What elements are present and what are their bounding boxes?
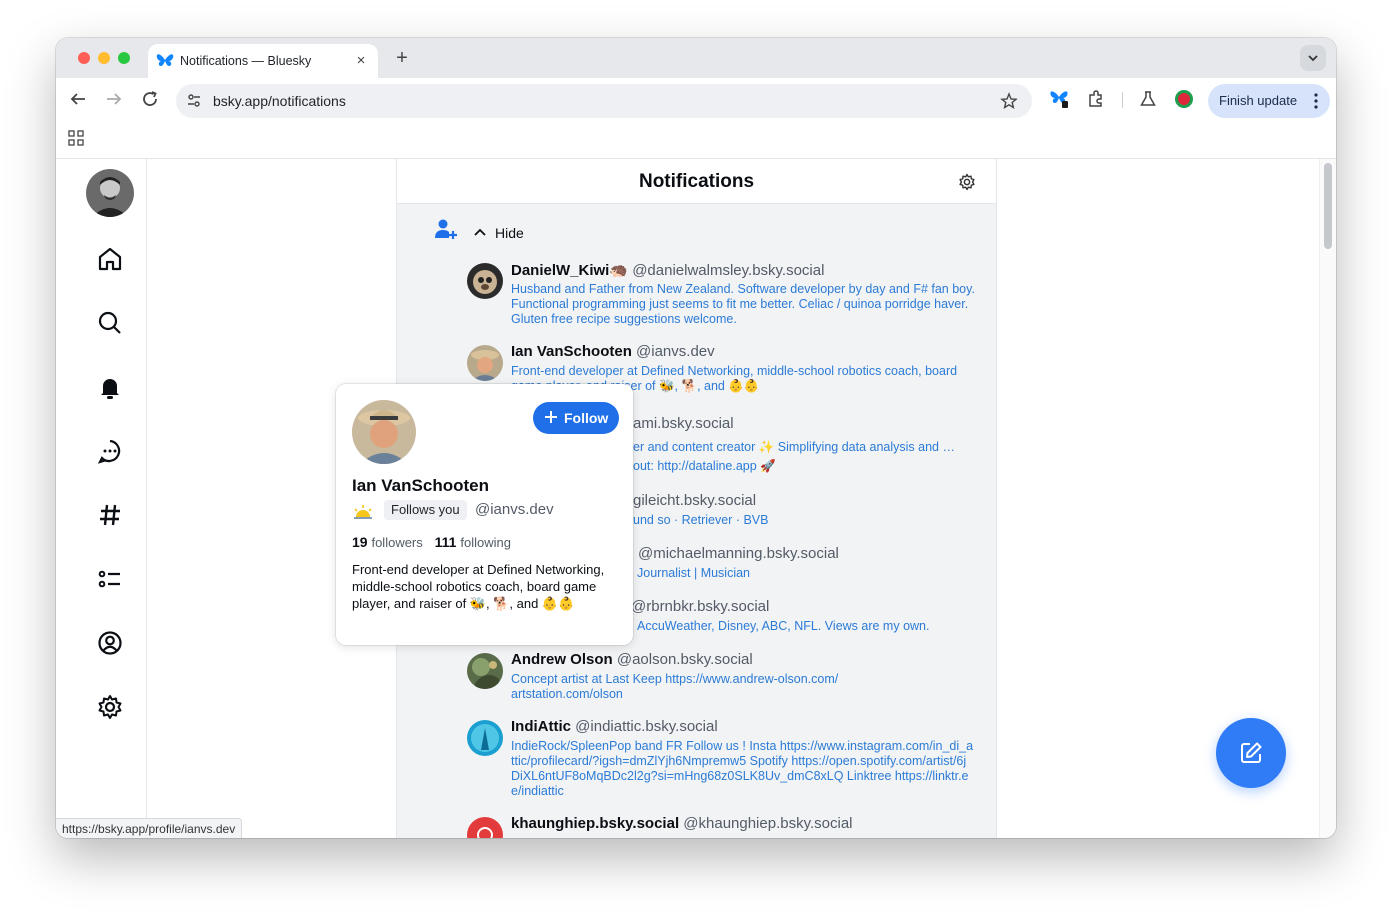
left-nav [56,159,147,838]
chevron-up-icon[interactable] [473,225,487,239]
user-line: DanielW_Kiwi🦔 @danielwalmsley.bsky.socia… [511,261,824,279]
status-url: https://bsky.app/profile/ianvs.dev [56,818,243,838]
avatar[interactable] [86,169,134,217]
avatar[interactable] [467,653,503,689]
follows-you-badge: Follows you [384,500,467,520]
user-bio: Concept artist at Last Keep https://www.… [511,672,839,701]
address-bar[interactable]: bsky.app/notifications [176,84,1032,118]
url-text[interactable]: bsky.app/notifications [213,93,346,109]
user-name[interactable]: khaunghiep.bsky.social [511,815,679,832]
user-handle[interactable]: @ianvs.dev [636,343,715,360]
forward-icon[interactable] [102,87,126,111]
user-handle[interactable]: @khaunghiep.bsky.social [683,815,852,832]
profile-stats: 19 followers 111 following [352,534,511,550]
scrollbar-thumb[interactable] [1324,163,1332,249]
followers-count[interactable]: 19 [352,534,368,550]
user-name[interactable]: Ian VanSchooten [511,343,632,360]
profile-handle[interactable]: @ianvs.dev [475,501,554,518]
user-handle[interactable]: ami.bsky.social [633,415,734,432]
browser-toolbar: bsky.app/notifications Finish update [56,78,1336,120]
reload-icon[interactable] [138,87,162,111]
user-handle[interactable]: @indiattic.bsky.social [575,718,718,735]
star-icon[interactable] [1000,92,1018,110]
close-window-button[interactable] [78,52,90,64]
compose-icon [1241,742,1262,763]
user-handle[interactable]: @michaelmanning.bsky.social [638,545,839,562]
following-count[interactable]: 111 [435,534,457,550]
avatar[interactable] [467,263,503,299]
tune-icon[interactable] [186,93,202,109]
user-line: khaunghiep.bsky.social @khaunghiep.bsky.… [511,815,853,832]
user-handle[interactable]: @danielwalmsley.bsky.social [632,262,824,279]
profile-bio: Front-end developer at Defined Networkin… [352,562,605,611]
close-tab-icon[interactable]: × [352,51,370,71]
lists-icon[interactable] [96,565,124,593]
person-add-icon [435,219,457,239]
scrollbar[interactable] [1319,159,1336,838]
bookmarks-bar [56,120,1336,159]
user-line: Andrew Olson @aolson.bsky.social [511,651,753,668]
apps-icon[interactable] [68,130,84,146]
tab-search-button[interactable] [1300,45,1326,71]
user-line: Ian VanSchooten @ianvs.dev [511,343,715,360]
user-handle[interactable]: @rbrnbkr.bsky.social [631,598,769,615]
gear-icon[interactable] [96,693,124,721]
browser-window: Notifications — Bluesky × + bsky.app/not… [56,38,1336,838]
sun-icon [354,505,372,519]
labs-icon[interactable] [1138,89,1158,109]
extensions-icon[interactable] [1086,89,1106,109]
more-vert-icon [1314,93,1318,109]
plus-icon [545,411,557,423]
profile-hover-card: Follow Ian VanSchooten Follows you @ianv… [336,384,633,645]
hide-toggle[interactable]: Hide [495,225,524,241]
minimize-window-button[interactable] [98,52,110,64]
user-name[interactable]: DanielW_Kiwi🦔 [511,262,628,279]
chat-icon[interactable] [96,437,124,465]
followers-label[interactable]: followers [371,535,422,550]
hashtag-icon[interactable] [96,501,124,529]
follow-label: Follow [564,410,609,426]
user-line: IndiAttic @indiattic.bsky.social [511,718,718,735]
profile-icon[interactable] [1174,89,1194,109]
search-icon[interactable] [96,309,124,337]
page-header: Notifications [397,159,996,204]
tab-notifications[interactable]: Notifications — Bluesky × [148,44,378,78]
finish-update-button[interactable]: Finish update [1208,84,1330,118]
avatar-image [86,169,134,217]
chevron-down-icon [1308,55,1318,62]
profile-circle-icon[interactable] [96,629,124,657]
compose-button[interactable] [1216,718,1286,788]
tab-strip: Notifications — Bluesky × + [56,38,1336,78]
gear-icon[interactable] [958,173,976,191]
avatar[interactable] [352,400,416,464]
avatar[interactable] [467,720,503,756]
user-bio: Husband and Father from New Zealand. Sof… [511,282,975,326]
user-handle[interactable]: @aolson.bsky.social [617,651,753,668]
page-title: Notifications [638,171,755,192]
avatar[interactable] [467,345,503,381]
profile-name[interactable]: Ian VanSchooten [352,476,489,496]
zoom-window-button[interactable] [118,52,130,64]
user-name[interactable]: Andrew Olson [511,651,613,668]
follow-button[interactable]: Follow [533,402,619,434]
tab-title: Notifications — Bluesky [180,54,312,68]
finish-update-label: Finish update [1219,93,1298,108]
home-icon[interactable] [96,245,124,273]
user-name[interactable]: IndiAttic [511,718,571,735]
new-tab-button[interactable]: + [390,46,414,70]
page-content: Notifications Hide DanielW_Kiwi🦔 @daniel… [56,159,1336,838]
back-icon[interactable] [66,87,90,111]
following-label[interactable]: following [460,535,511,550]
bluesky-butterfly-icon [156,54,174,66]
user-bio: IndieRock/SpleenPop band FR Follow us ! … [511,739,974,798]
user-handle[interactable]: gileicht.bsky.social [633,492,756,509]
bluesky-butterfly-icon[interactable] [1049,89,1069,109]
bell-icon[interactable] [96,373,124,401]
toolbar-divider [1122,92,1123,108]
